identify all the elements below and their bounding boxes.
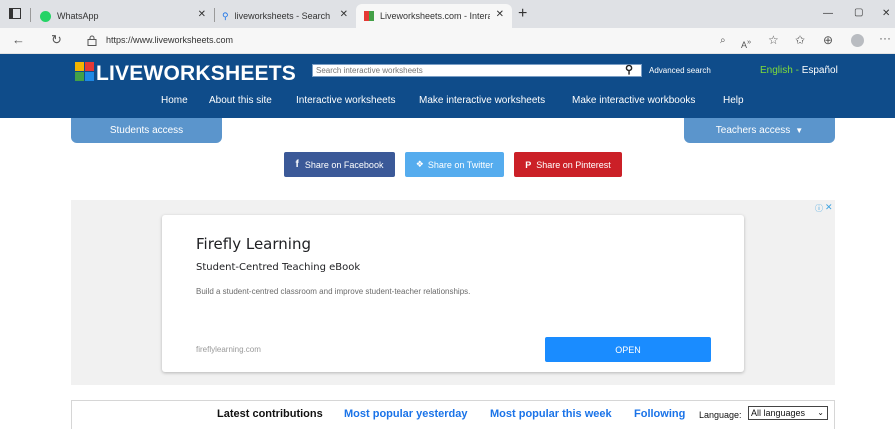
search-icon[interactable]: ⚲: [625, 63, 633, 76]
tab-whatsapp-label: WhatsApp: [57, 11, 99, 21]
language-label: Language:: [699, 410, 742, 420]
tab-following[interactable]: Following: [634, 408, 685, 420]
search-input[interactable]: [312, 64, 642, 77]
nav-home[interactable]: Home: [161, 95, 188, 106]
ad-description: Build a student-centred classroom and im…: [196, 287, 471, 296]
back-icon[interactable]: ←: [12, 33, 25, 46]
caret-down-icon: ▼: [795, 126, 804, 135]
nav-about[interactable]: About this site: [209, 95, 272, 106]
share-facebook-button[interactable]: f Share on Facebook: [284, 152, 395, 177]
nav-make-workbooks[interactable]: Make interactive workbooks: [572, 95, 695, 106]
tab-close-icon[interactable]: ✕: [496, 9, 504, 20]
ad-open-button[interactable]: OPEN: [545, 337, 711, 362]
browser-tab-bar: WhatsApp ✕ ⚲ liveworksheets - Search ✕ L…: [0, 0, 895, 28]
lang-spanish-link[interactable]: Español: [802, 65, 838, 76]
close-window-button[interactable]: ✕: [882, 8, 890, 19]
tab-close-icon[interactable]: ✕: [340, 9, 348, 20]
liveworksheets-favicon: [364, 11, 374, 21]
teachers-access-label: Teachers access: [715, 125, 791, 136]
lock-icon: [87, 35, 97, 48]
favorites-icon[interactable]: ✩: [795, 34, 805, 46]
twitter-icon: ❖: [415, 159, 424, 169]
tab-search-label: liveworksheets - Search: [234, 11, 331, 21]
sidebar-icon[interactable]: [9, 8, 21, 21]
nav-interactive-worksheets[interactable]: Interactive worksheets: [296, 95, 396, 106]
ad-close-icon[interactable]: ✕: [825, 202, 833, 213]
ad-title[interactable]: Firefly Learning: [196, 235, 311, 253]
tab-liveworksheets[interactable]: Liveworksheets.com - Interactive ✕: [356, 4, 512, 28]
share-pinterest-label: Share on Pinterest: [536, 159, 611, 170]
ad-subtitle: Student-Centred Teaching eBook: [196, 262, 361, 273]
logo-mark-icon: [75, 62, 95, 82]
site-logo[interactable]: LIVEWORKSHEETS: [75, 62, 296, 86]
ad-open-label: OPEN: [615, 344, 641, 355]
share-facebook-label: Share on Facebook: [304, 159, 384, 170]
refresh-icon[interactable]: ↻: [51, 33, 62, 46]
url-field[interactable]: https://www.liveworksheets.com: [106, 35, 233, 45]
lang-english-link[interactable]: English: [760, 65, 793, 76]
nav-help[interactable]: Help: [723, 95, 744, 106]
adchoices-icon[interactable]: ⓘ: [815, 203, 823, 214]
language-switcher: English - Español: [760, 65, 838, 76]
lang-separator: -: [792, 65, 802, 76]
tab-search[interactable]: ⚲ liveworksheets - Search ✕: [214, 4, 356, 28]
tab-separator: [30, 8, 31, 22]
reader-icon[interactable]: ⌕: [720, 35, 726, 47]
facebook-icon: f: [295, 159, 299, 170]
students-access-button[interactable]: Students access: [71, 118, 222, 143]
language-select[interactable]: All languages ⌄: [748, 406, 828, 420]
tab-close-icon[interactable]: ✕: [198, 9, 206, 20]
tab-latest-contributions[interactable]: Latest contributions: [217, 408, 323, 420]
tab-popular-week[interactable]: Most popular this week: [490, 408, 612, 420]
students-access-label: Students access: [109, 125, 184, 136]
chevron-down-icon: ⌄: [817, 408, 824, 417]
tab-popular-yesterday[interactable]: Most popular yesterday: [344, 408, 467, 420]
logo-text: LIVEWORKSHEETS: [96, 62, 296, 85]
minimize-button[interactable]: —: [823, 8, 833, 19]
share-pinterest-button[interactable]: P Share on Pinterest: [514, 152, 622, 177]
new-tab-button[interactable]: +: [518, 5, 527, 23]
search-icon: ⚲: [222, 10, 229, 21]
ad-domain: fireflylearning.com: [196, 345, 261, 354]
profile-icon[interactable]: [851, 34, 864, 47]
nav-make-worksheets[interactable]: Make interactive worksheets: [419, 95, 545, 106]
address-bar-row: ← ↻ https://www.liveworksheets.com ⌕ A» …: [0, 28, 895, 54]
read-aloud-icon[interactable]: A»: [741, 36, 751, 51]
restore-button[interactable]: ▢: [854, 7, 863, 18]
share-twitter-label: Share on Twitter: [427, 159, 494, 170]
tab-whatsapp[interactable]: WhatsApp ✕: [32, 4, 214, 28]
share-twitter-button[interactable]: ❖ Share on Twitter: [405, 152, 504, 177]
favorite-icon[interactable]: ☆: [768, 34, 779, 46]
language-select-value: All languages: [751, 408, 806, 418]
pinterest-icon: P: [525, 159, 532, 170]
more-icon[interactable]: ···: [879, 32, 891, 44]
whatsapp-icon: [40, 10, 51, 22]
teachers-access-button[interactable]: Teachers access ▼: [684, 118, 835, 143]
collections-icon[interactable]: ⊕: [823, 34, 833, 46]
tab-liveworksheets-label: Liveworksheets.com - Interactive: [380, 11, 490, 21]
advanced-search-link[interactable]: Advanced search: [649, 66, 711, 75]
